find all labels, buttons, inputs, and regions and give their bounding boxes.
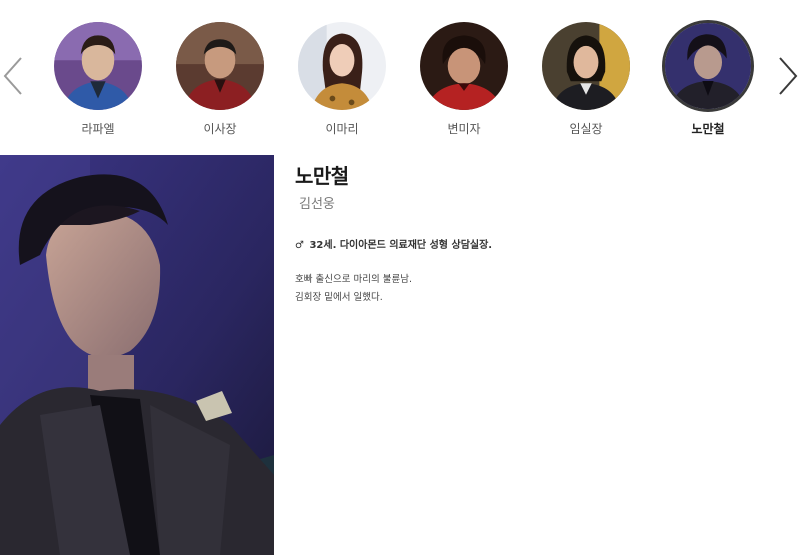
character-name: 노만철 xyxy=(691,122,725,136)
avatar xyxy=(174,20,266,112)
male-symbol-icon: ♂ xyxy=(295,240,304,251)
character-thumb-secretary-im[interactable]: 임실장 xyxy=(536,20,636,140)
summary-text: 32세. 다이아몬드 의료재단 성형 상담실장. xyxy=(309,240,493,251)
description-line: 김회장 밑에서 일했다. xyxy=(295,292,383,303)
character-name: 임실장 xyxy=(569,122,603,136)
character-thumb-nomancheol[interactable]: 노만철 xyxy=(658,20,758,140)
character-photo xyxy=(0,155,274,555)
description-line: 호빠 출신으로 마리의 불륜남. xyxy=(295,274,412,285)
character-name: 이마리 xyxy=(325,122,359,136)
character-name: 이사장 xyxy=(203,122,237,136)
character-summary: ♂ 32세. 다이아몬드 의료재단 성형 상담실장. xyxy=(295,236,775,251)
character-thumb-raphael[interactable]: 라파엘 xyxy=(48,20,148,140)
chevron-right-icon xyxy=(779,57,798,95)
character-carousel: 라파엘 이사장 이마리 변미자 임실장 노만철 xyxy=(0,0,800,148)
carousel-prev-button[interactable] xyxy=(1,54,25,98)
avatar xyxy=(296,20,388,112)
character-description: 호빠 출신으로 마리의 불륜남. 김회장 밑에서 일했다. xyxy=(295,271,775,307)
character-thumb-byeonmija[interactable]: 변미자 xyxy=(414,20,514,140)
avatar xyxy=(662,20,754,112)
character-title: 노만철 xyxy=(295,164,349,188)
character-name: 라파엘 xyxy=(81,122,115,136)
character-thumb-chairman[interactable]: 이사장 xyxy=(170,20,270,140)
character-name: 변미자 xyxy=(447,122,481,136)
avatar xyxy=(540,20,632,112)
carousel-next-button[interactable] xyxy=(776,54,800,98)
chevron-left-icon xyxy=(3,57,22,95)
character-profile: 노만철 김선웅 ♂ 32세. 다이아몬드 의료재단 성형 상담실장. 호빠 출신… xyxy=(295,160,775,307)
character-thumb-imari[interactable]: 이마리 xyxy=(292,20,392,140)
avatar xyxy=(418,20,510,112)
avatar xyxy=(52,20,144,112)
actor-name: 김선웅 xyxy=(299,197,335,212)
